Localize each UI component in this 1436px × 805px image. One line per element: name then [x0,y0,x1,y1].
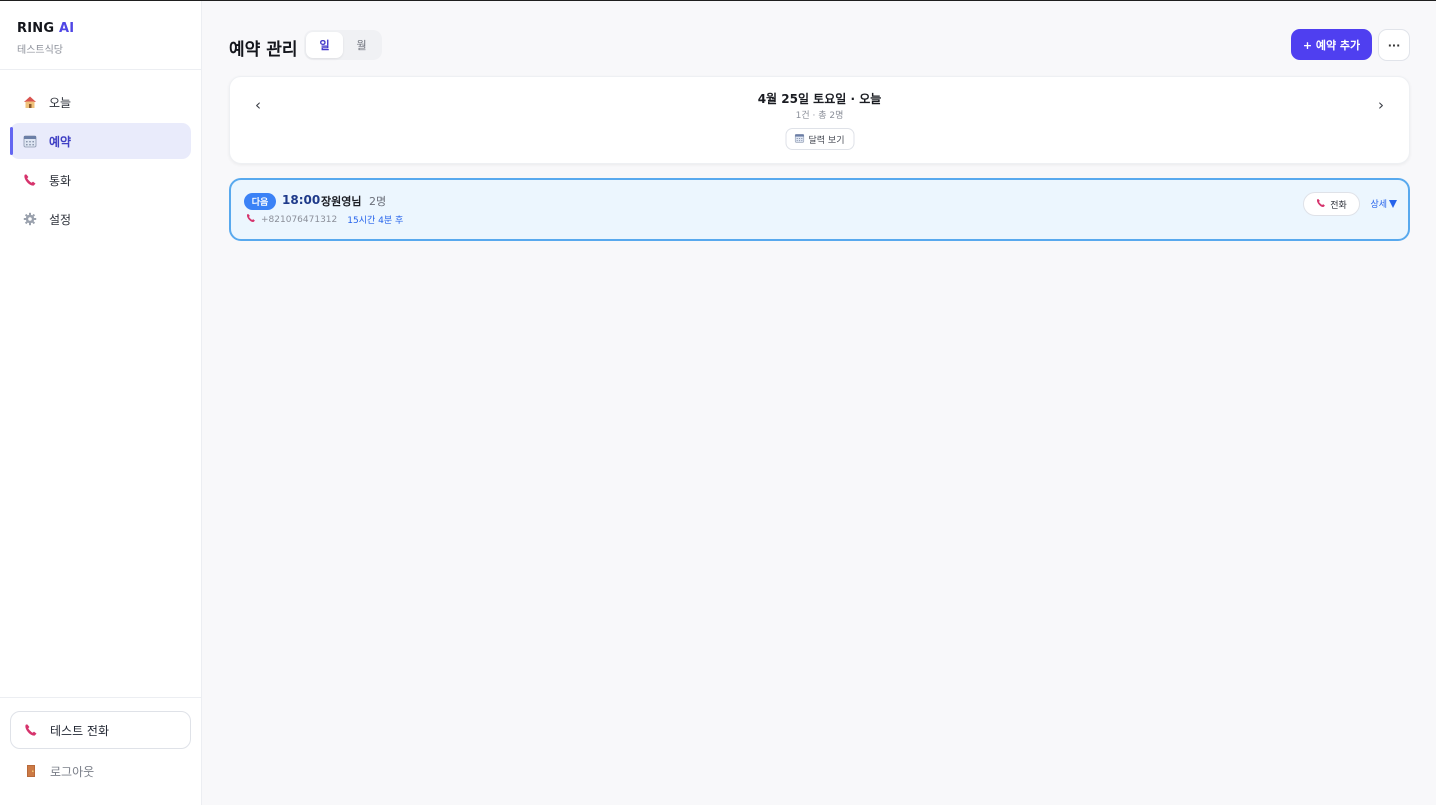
store-name: 테스트식당 [17,45,63,56]
page-title: 예약 관리 [229,40,298,60]
calendar-icon [794,133,805,146]
test-call-button[interactable]: 테스트 전화 [10,711,191,749]
sidebar: RING AI 테스트식당 오늘 예약 통화 설정 테스트 전화 로그아웃 [0,1,202,805]
logout-button[interactable]: 로그아웃 [10,751,191,791]
door-icon [23,764,38,779]
brand: RING AI 테스트식당 [0,1,201,70]
view-switcher: 일 월 [304,30,382,60]
date-navigator: ‹ 4월 25일 토요일 · 오늘 1건 · 총 2명 달력 보기 › [229,76,1410,164]
phone-icon [23,723,38,738]
brand-name-accent: AI [58,21,75,36]
sidebar-item-label: 통화 [49,173,72,188]
detail-label: 상세 [1370,200,1387,210]
logout-label: 로그아웃 [50,764,95,779]
sidebar-item-calls[interactable]: 통화 [10,162,191,198]
sidebar-item-reservations[interactable]: 예약 [10,123,191,159]
next-badge: 다음 [244,193,276,210]
calendar-view-button[interactable]: 달력 보기 [785,128,854,150]
sidebar-item-label: 예약 [49,134,72,149]
house-icon [22,95,37,110]
calendar-icon [22,134,37,149]
reservation-phone-row: +821076471312 15시간 4분 후 [246,213,403,226]
tab-day[interactable]: 일 [306,32,343,58]
reservation-phone: +821076471312 [261,214,338,225]
sidebar-item-label: 오늘 [49,95,72,110]
main-content: 예약 관리 일 월 + 예약 추가 ··· ‹ 4월 25일 토요일 · 오늘 … [229,1,1410,241]
call-button[interactable]: 전화 [1303,192,1360,216]
calendar-view-label: 달력 보기 [808,135,845,146]
sidebar-bottom: 테스트 전화 로그아웃 [0,697,201,805]
triangle-down-icon [1389,199,1397,208]
brand-name: RING [17,21,55,36]
add-reservation-button[interactable]: + 예약 추가 [1291,29,1372,60]
phone-icon [246,213,256,226]
reservation-party-size: 2명 [369,195,387,208]
reservation-card[interactable]: 다음 18:00 장원영님 2명 +821076471312 15시간 4분 후… [229,178,1410,241]
sidebar-item-label: 설정 [49,212,72,227]
reservation-name: 장원영님 [321,195,362,208]
next-day-button[interactable]: › [1371,96,1391,114]
phone-icon [22,173,37,188]
tab-month[interactable]: 월 [343,32,380,58]
call-label: 전화 [1330,200,1347,211]
sidebar-item-today[interactable]: 오늘 [10,84,191,120]
date-summary: 1건 · 총 2명 [795,111,844,121]
sidebar-item-settings[interactable]: 설정 [10,201,191,237]
sidebar-nav: 오늘 예약 통화 설정 [0,70,201,237]
brand-title: RING AI [17,21,184,36]
reservation-time: 18:00 [282,193,321,207]
date-title: 4월 25일 토요일 · 오늘 [757,92,882,106]
detail-toggle[interactable]: 상세 [1370,197,1397,210]
reservation-countdown: 15시간 4분 후 [347,216,404,226]
gear-icon [22,212,37,227]
test-call-label: 테스트 전화 [50,723,110,738]
phone-icon [1316,198,1326,211]
more-options-button[interactable]: ··· [1378,29,1410,61]
